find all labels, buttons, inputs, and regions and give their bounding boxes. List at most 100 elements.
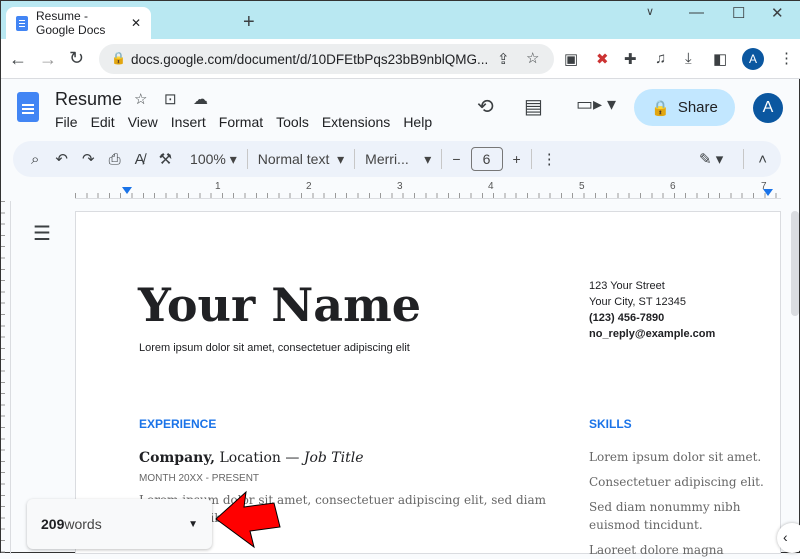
docs-header: Resume ☆ ⊡ ☁ File Edit View Insert Format Too…	[1, 80, 800, 140]
font-size-input[interactable]: 6	[470, 147, 503, 171]
version-history-icon[interactable]: ⟲	[477, 94, 494, 119]
red-arrow-annotation	[215, 490, 281, 549]
collapse-toolbar-icon[interactable]: ˄	[758, 151, 767, 168]
account-avatar[interactable]: A	[753, 93, 783, 123]
more-options-icon[interactable]: ⋮	[542, 150, 557, 168]
ruler-label: 3	[397, 181, 403, 192]
outline-icon[interactable]: ☰	[33, 221, 51, 246]
editing-mode-icon[interactable]: ✎ ▾	[699, 150, 723, 168]
contact-city: Your City, ST 12345	[589, 296, 687, 308]
menu-format[interactable]: Format	[219, 114, 263, 130]
star-icon[interactable]: ☆	[134, 90, 147, 108]
url-bar[interactable]: 🔒 docs.google.com/document/d/10DFEtbPqs2…	[99, 44, 554, 74]
redo-icon[interactable]: ↷	[82, 150, 95, 168]
share-label: Share	[677, 99, 718, 116]
tab-bar: Resume - Google Docs ✕ + ∨ — ☐ ✕	[1, 1, 800, 39]
resume-name: Your Name	[138, 278, 422, 332]
undo-icon[interactable]: ↶	[55, 150, 68, 168]
dropdown-icon[interactable]: ▼	[188, 519, 198, 530]
doc-title[interactable]: Resume	[55, 89, 122, 110]
side-panel-toggle[interactable]: ‹	[777, 523, 800, 553]
reload-icon[interactable]: ↻	[69, 48, 84, 69]
side-panel-icon[interactable]: ◧	[713, 50, 727, 68]
scrollbar[interactable]	[791, 201, 799, 554]
job-title: Job Title	[303, 450, 364, 466]
skill-item: Lorem ipsum dolor sit amet.	[589, 450, 762, 464]
style-select[interactable]: Normal text ▾	[258, 151, 344, 168]
minimize-icon[interactable]: —	[689, 4, 704, 21]
back-icon[interactable]: ←	[9, 49, 27, 70]
menu-view[interactable]: View	[128, 114, 158, 130]
contact-street: 123 Your Street	[589, 280, 665, 292]
comments-icon[interactable]: ▤	[524, 94, 543, 119]
skill-item: Laoreet dolore magna	[589, 543, 724, 557]
cloud-saved-icon[interactable]: ☁	[193, 90, 208, 108]
forward-icon[interactable]: →	[39, 49, 57, 70]
close-tab-icon[interactable]: ✕	[131, 16, 141, 30]
ruler-label: 1	[215, 181, 221, 192]
download-icon[interactable]: ⤓	[685, 50, 692, 67]
ruler-label: 2	[306, 181, 312, 192]
skill-item: euismod tincidunt.	[589, 518, 703, 532]
menu-insert[interactable]: Insert	[171, 114, 206, 130]
puzzle-extensions-icon[interactable]: ✚	[624, 50, 637, 68]
docs-icon	[16, 15, 28, 31]
lock-icon: 🔒	[651, 99, 670, 117]
ruler-label: 6	[670, 181, 676, 192]
word-count-widget[interactable]: 209 words ▼	[27, 499, 212, 549]
location: Location —	[215, 450, 304, 466]
bookmark-star-icon[interactable]: ☆	[526, 49, 539, 67]
skill-item: Sed diam nonummy nibh	[589, 500, 741, 514]
move-folder-icon[interactable]: ⊡	[164, 90, 177, 108]
font-select[interactable]: Merri... ▾	[365, 151, 431, 168]
close-window-icon[interactable]: ✕	[771, 4, 784, 22]
extension-icon[interactable]: ✖	[596, 50, 609, 68]
profile-avatar[interactable]: A	[742, 48, 764, 70]
skill-item: Consectetuer adipiscing elit.	[589, 475, 764, 489]
menu-file[interactable]: File	[55, 114, 78, 130]
ruler-label: 7	[761, 181, 767, 192]
toolbar: ⌕ ↶ ↷ ⎙ A̸ ⚒ 100% ▾ Normal text ▾ Merri.…	[13, 141, 781, 177]
contact-phone: (123) 456-7890	[589, 312, 665, 324]
search-menus-icon[interactable]: ⌕	[31, 151, 39, 168]
ruler-label: 4	[488, 181, 494, 192]
menu-edit[interactable]: Edit	[91, 114, 115, 130]
share-button[interactable]: 🔒 Share	[634, 89, 735, 126]
menu-tools[interactable]: Tools	[276, 114, 309, 130]
skills-heading: SKILLS	[589, 417, 632, 431]
left-indent-marker[interactable]	[122, 187, 132, 199]
maximize-icon[interactable]: ☐	[732, 4, 745, 22]
vertical-ruler[interactable]	[1, 201, 11, 554]
url-text: docs.google.com/document/d/10DFEtbPqs23b…	[131, 51, 489, 67]
new-tab-icon[interactable]: +	[243, 11, 255, 34]
lock-icon: 🔒	[111, 51, 126, 65]
browser-tab[interactable]: Resume - Google Docs ✕	[6, 7, 151, 39]
paint-format-icon[interactable]: ⚒	[159, 150, 172, 168]
job-heading: Company, Location — Job Title	[139, 450, 364, 466]
skills-list: Lorem ipsum dolor sit amet. Consectetuer…	[589, 448, 764, 559]
share-page-icon[interactable]: ⇪	[497, 50, 510, 68]
meet-icon[interactable]: ▭▸ ▾	[576, 94, 616, 115]
increase-font-size-button[interactable]: +	[513, 151, 521, 167]
menu-help[interactable]: Help	[403, 114, 432, 130]
word-count-number: 209	[41, 516, 65, 532]
experience-heading: EXPERIENCE	[139, 417, 217, 431]
spellcheck-icon[interactable]: A̸	[135, 151, 145, 168]
tab-title: Resume - Google Docs	[36, 9, 106, 37]
browser-menu-icon[interactable]: ⋮	[779, 49, 794, 67]
decrease-font-size-button[interactable]: −	[452, 151, 460, 167]
resume-tagline: Lorem ipsum dolor sit amet, consectetuer…	[139, 342, 410, 354]
tab-search-icon[interactable]: ∨	[646, 5, 654, 18]
address-row: ← → ↻ 🔒 docs.google.com/document/d/10DFE…	[1, 39, 800, 79]
job-dates: MONTH 20XX - PRESENT	[139, 473, 260, 484]
ruler-label: 5	[579, 181, 585, 192]
menu-extensions[interactable]: Extensions	[322, 114, 390, 130]
media-icon[interactable]: ♫	[655, 50, 666, 67]
screenshot-extension-icon[interactable]: ▣	[564, 50, 578, 68]
zoom-select[interactable]: 100% ▾	[190, 151, 237, 168]
docs-logo-icon[interactable]	[17, 92, 39, 122]
print-icon[interactable]: ⎙	[109, 151, 121, 168]
word-count-label: words	[64, 516, 102, 532]
contact-block: 123 Your Street Your City, ST 12345 (123…	[589, 278, 715, 342]
horizontal-ruler[interactable]: 1 2 3 4 5 6 7	[75, 181, 781, 199]
